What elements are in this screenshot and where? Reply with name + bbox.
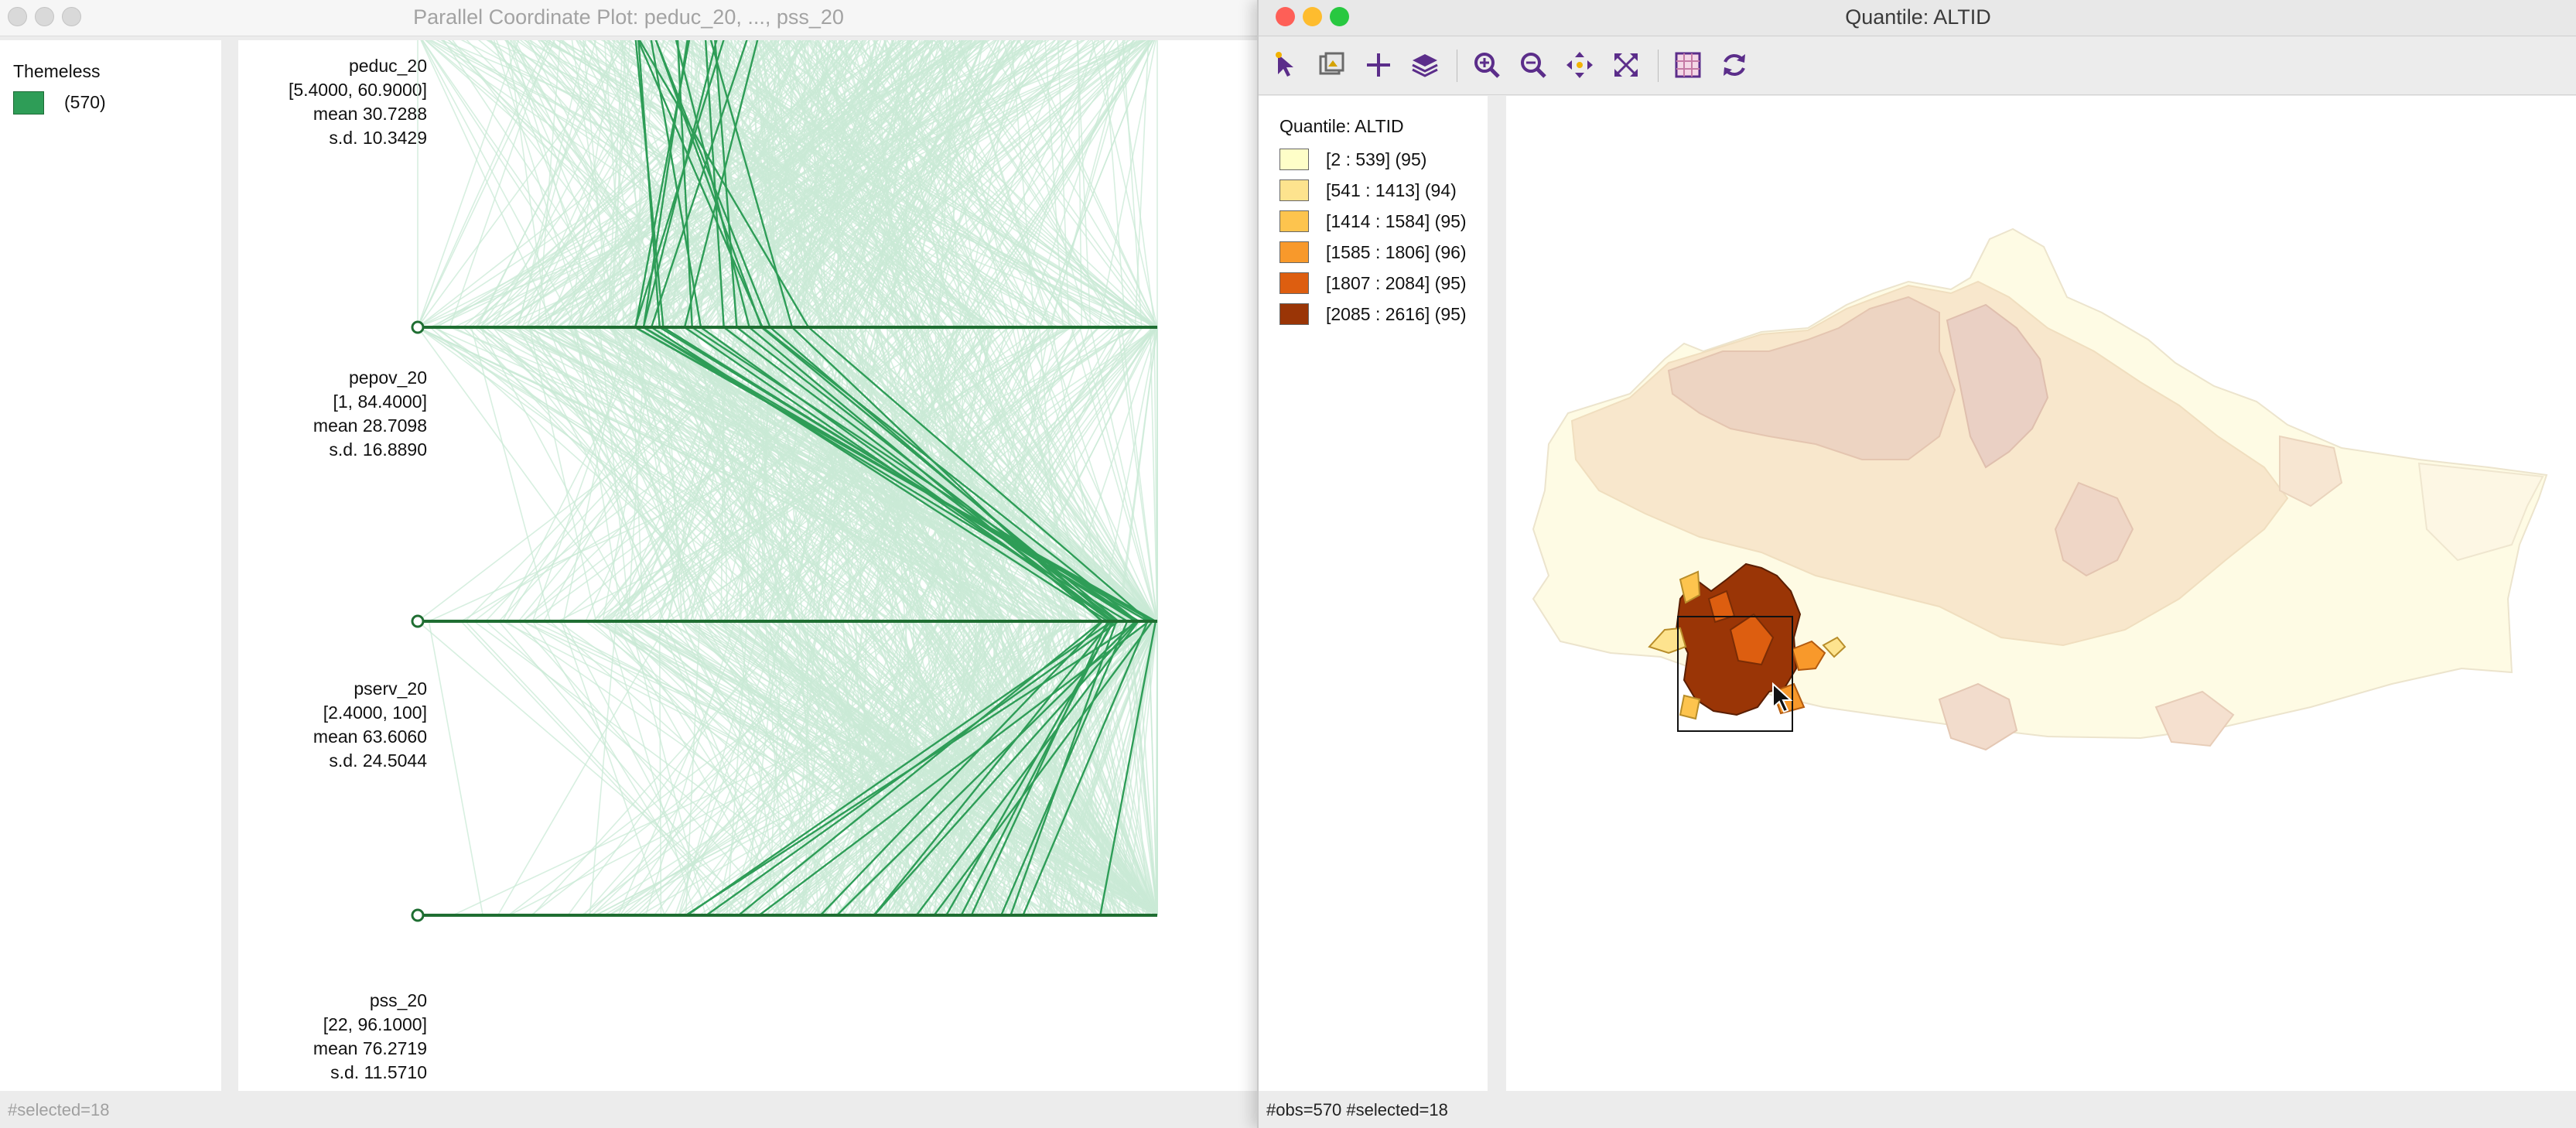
legend-swatch — [1279, 303, 1309, 325]
axis-drag-handle[interactable] — [411, 908, 425, 922]
map-pane[interactable] — [1506, 96, 2576, 1091]
pcp-window-title: Parallel Coordinate Plot: peduc_20, ...,… — [413, 5, 844, 29]
legend-count: (570) — [64, 92, 106, 112]
full-extent-icon[interactable] — [1607, 46, 1645, 84]
map-legend-pane[interactable]: Quantile: ALTID [2 : 539] (95) [541 : 14… — [1259, 96, 1488, 1091]
map-window-title: Quantile: ALTID — [1845, 5, 1991, 29]
legend-label: [1414 : 1584] (95) — [1326, 211, 1467, 231]
select-arrow-icon[interactable] — [1267, 46, 1304, 84]
legend-swatch — [1279, 210, 1309, 232]
zoom-icon[interactable] — [1330, 7, 1349, 26]
legend-swatch — [1279, 179, 1309, 201]
legend-swatch — [1279, 149, 1309, 170]
minimize-icon[interactable] — [35, 7, 54, 26]
zoom-icon[interactable] — [62, 7, 81, 26]
map-titlebar[interactable]: Quantile: ALTID — [1259, 0, 2576, 36]
basemap-icon[interactable] — [1669, 46, 1707, 84]
pcp-statusbar: #selected=18 — [8, 1100, 110, 1119]
legend-swatch — [13, 91, 44, 115]
map-legend-title: Quantile: ALTID — [1279, 116, 1404, 136]
pcp-window: Parallel Coordinate Plot: peduc_20, ...,… — [0, 0, 1257, 1128]
axis-drag-handle[interactable] — [411, 320, 425, 334]
refresh-icon[interactable] — [1716, 46, 1753, 84]
pcp-legend-item[interactable]: (570) — [13, 91, 207, 119]
legend-label: [541 : 1413] (94) — [1326, 180, 1457, 200]
legend-label: [2085 : 2616] (95) — [1326, 304, 1467, 324]
axis-drag-handle[interactable] — [411, 614, 425, 628]
zoom-in-icon[interactable] — [1468, 46, 1505, 84]
pcp-plot-pane[interactable]: peduc_20 [5.4000, 60.9000] mean 30.7288 … — [238, 40, 1257, 1091]
map-window: Quantile: ALTID Quantile: ALTID [2: 539… — [1257, 0, 2576, 1128]
minimize-icon[interactable] — [1303, 7, 1322, 26]
legend-label: [1585 : 1806] (96) — [1326, 242, 1467, 262]
pcp-legend-pane[interactable]: Themeless (570) — [0, 40, 221, 1091]
legend-swatch — [1279, 241, 1309, 263]
close-icon[interactable] — [1276, 7, 1295, 26]
toolbar-separator — [1658, 50, 1659, 82]
pcp-legend-title: Themeless — [13, 61, 101, 81]
layers-icon[interactable] — [1406, 46, 1443, 84]
map-statusbar: #obs=570 #selected=18 — [1266, 1100, 1448, 1119]
copy-map-icon[interactable] — [1314, 46, 1351, 84]
pcp-canvas[interactable] — [238, 40, 1257, 1091]
legend-label: [2 : 539] (95) — [1326, 149, 1427, 169]
crosshair-icon[interactable] — [1360, 46, 1397, 84]
pan-icon[interactable] — [1561, 46, 1598, 84]
legend-label: [1807 : 2084] (95) — [1326, 273, 1467, 293]
close-icon[interactable] — [8, 7, 27, 26]
map-toolbar — [1259, 36, 2576, 95]
zoom-out-icon[interactable] — [1515, 46, 1552, 84]
legend-swatch — [1279, 272, 1309, 294]
faint-lines — [415, 40, 1159, 916]
pcp-titlebar[interactable]: Parallel Coordinate Plot: peduc_20, ...,… — [0, 0, 1257, 36]
map-canvas[interactable] — [1506, 96, 2576, 1091]
